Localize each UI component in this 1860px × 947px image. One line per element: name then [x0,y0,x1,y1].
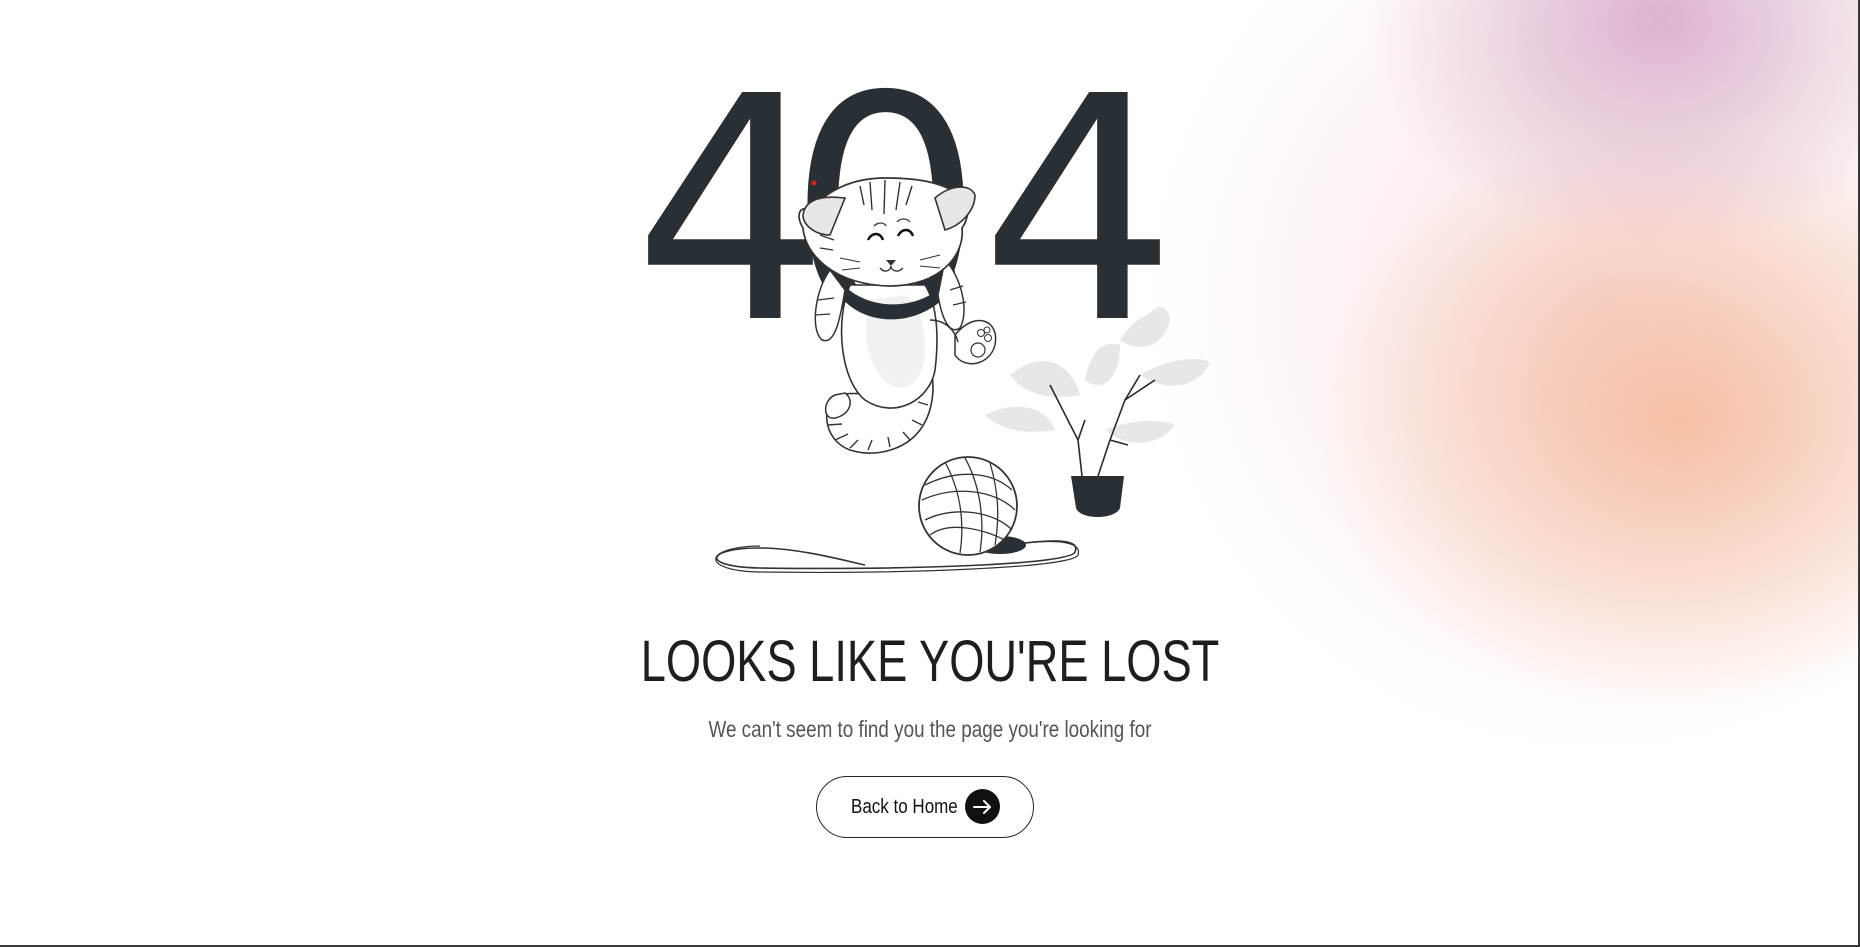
yarn-ball-icon [918,456,1026,556]
arrow-right-icon [965,789,1000,824]
red-dot [811,180,817,186]
not-found-page: 4 0 4 [0,0,1860,947]
back-to-home-button[interactable]: Back to Home [816,776,1034,838]
page-subtitle: We can't seem to find you the page you'r… [708,716,1152,742]
back-to-home-label: Back to Home [851,795,958,818]
page-title: LOOKS LIKE YOU'RE LOST [640,629,1220,694]
lost-cat-illustration: 4 0 4 [633,80,1210,573]
